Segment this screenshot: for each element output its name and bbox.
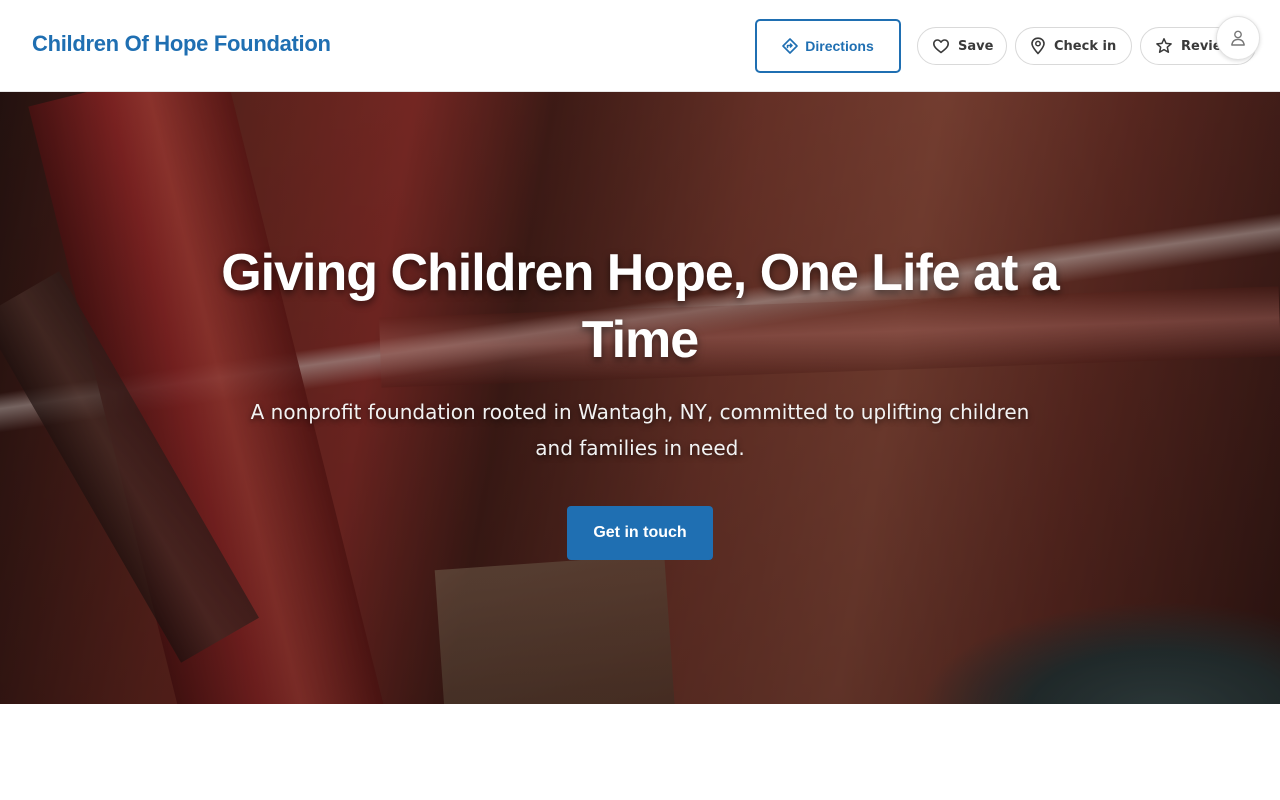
location-pin-icon [1030,37,1046,55]
hero-title: Giving Children Hope, One Life at a Time [221,244,1060,369]
get-in-touch-button[interactable]: Get in touch [567,506,713,560]
brand-title[interactable]: Children Of Hope Foundation [32,31,331,57]
hero-section: Giving Children Hope, One Life at a Time… [0,92,1280,704]
user-icon [1229,29,1247,47]
star-icon [1155,37,1173,55]
top-header: Children Of Hope Foundation Directions S… [0,0,1280,92]
save-button[interactable]: Save [917,27,1007,65]
heart-icon [932,37,950,55]
directions-icon [782,38,799,54]
hero-subtitle: A nonprofit foundation rooted in Wantagh… [250,400,1030,460]
check-in-button[interactable]: Check in [1015,27,1132,65]
save-label: Save [958,38,994,54]
account-button[interactable] [1216,16,1260,60]
directions-button[interactable]: Directions [755,19,901,73]
directions-label: Directions [805,38,874,54]
check-in-label: Check in [1054,38,1117,54]
